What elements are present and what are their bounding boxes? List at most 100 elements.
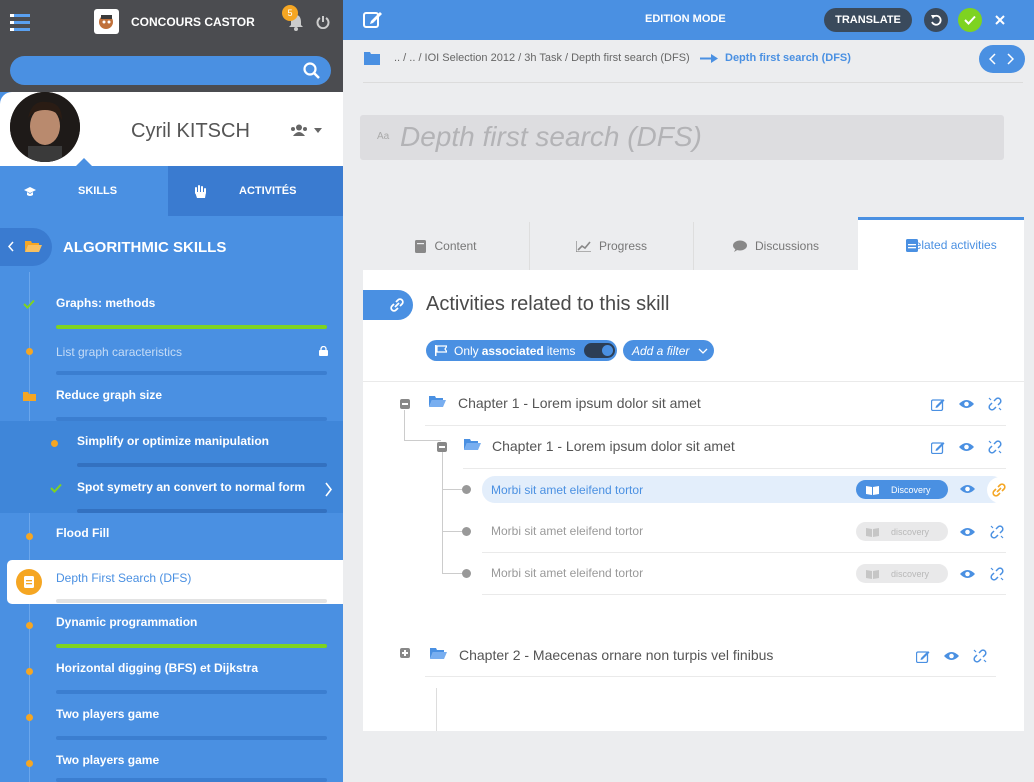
activity-icon bbox=[906, 239, 918, 252]
top-bar: EDITION MODE TRANSLATE bbox=[343, 0, 1034, 40]
progress-bar bbox=[56, 599, 327, 603]
sidebar: CONCOURS CASTOR 5 Cyril KITSCH SKILLS AC… bbox=[0, 0, 343, 782]
section-title: ALGORITHMIC SKILLS bbox=[63, 239, 227, 256]
lock-icon bbox=[319, 346, 328, 356]
tab-related-activities[interactable]: Related activities bbox=[858, 217, 1024, 270]
skill-item-label: Simplify or optimize manipulation bbox=[77, 434, 270, 448]
folder-open-icon bbox=[464, 439, 481, 450]
row-actions bbox=[931, 397, 1002, 411]
profile-name: Cyril KITSCH bbox=[131, 120, 250, 142]
title-input[interactable]: Aa Depth first search (DFS) bbox=[360, 115, 1004, 160]
row-actions bbox=[931, 440, 1002, 454]
discovery-badge: discovery bbox=[856, 564, 948, 583]
tab-related-label: Related activities bbox=[906, 238, 997, 252]
tab-progress[interactable]: Progress bbox=[530, 222, 694, 270]
hamburger-menu-icon[interactable] bbox=[10, 13, 32, 31]
discovery-badge: Discovery bbox=[856, 480, 948, 499]
activity-label: Morbi sit amet eleifend tortor bbox=[491, 483, 644, 497]
users-icon bbox=[291, 124, 307, 136]
document-icon bbox=[16, 569, 42, 595]
badge-label: discovery bbox=[891, 568, 930, 579]
undo-button[interactable] bbox=[924, 8, 948, 32]
breadcrumb-path[interactable]: .. / .. / IOI Selection 2012 / 3h Task /… bbox=[394, 52, 690, 64]
divider bbox=[425, 425, 1006, 426]
divider bbox=[425, 676, 996, 677]
associated-toggle[interactable] bbox=[584, 343, 616, 358]
check-icon bbox=[50, 483, 62, 493]
unlink-icon[interactable] bbox=[990, 525, 1004, 539]
eye-icon[interactable] bbox=[959, 442, 974, 452]
power-icon[interactable] bbox=[316, 15, 330, 29]
chevron-left-icon bbox=[8, 241, 14, 252]
divider bbox=[482, 594, 1006, 595]
line-chart-icon bbox=[575, 240, 591, 252]
chevron-left-icon[interactable] bbox=[989, 53, 996, 65]
skill-item-label: Two players game bbox=[56, 707, 160, 721]
eye-icon[interactable] bbox=[960, 569, 975, 579]
unlink-icon[interactable] bbox=[973, 649, 987, 663]
undo-icon bbox=[931, 14, 942, 26]
hand-icon bbox=[195, 184, 206, 198]
progress-bar bbox=[56, 690, 327, 694]
tab-activities[interactable]: ACTIVITÉS bbox=[168, 166, 343, 216]
folder-open-icon bbox=[25, 241, 42, 252]
tab-content[interactable]: Content bbox=[363, 222, 530, 270]
graduation-cap-icon bbox=[24, 187, 36, 196]
chevron-right-icon[interactable] bbox=[324, 482, 333, 497]
status-dot bbox=[26, 760, 33, 767]
unlink-icon[interactable] bbox=[990, 567, 1004, 581]
translate-button[interactable]: TRANSLATE bbox=[824, 8, 912, 32]
divider bbox=[482, 552, 1006, 553]
unlink-icon[interactable] bbox=[988, 397, 1002, 411]
chevron-down-icon bbox=[698, 348, 708, 354]
unlink-icon[interactable] bbox=[988, 440, 1002, 454]
link-button[interactable] bbox=[987, 477, 1013, 503]
search-input[interactable] bbox=[10, 56, 331, 85]
avatar[interactable] bbox=[10, 92, 80, 162]
text-format-icon: Aa bbox=[377, 131, 390, 142]
eye-icon[interactable] bbox=[960, 527, 975, 537]
edit-icon[interactable] bbox=[931, 441, 945, 454]
progress-bar bbox=[56, 778, 327, 782]
link-icon bbox=[390, 298, 404, 312]
skill-item-label: List graph caracteristics bbox=[56, 345, 183, 359]
filter-associated-text: associated bbox=[481, 343, 544, 358]
brand-name: CONCOURS CASTOR bbox=[131, 15, 255, 29]
collapse-icon[interactable] bbox=[400, 399, 410, 409]
group-menu[interactable] bbox=[290, 124, 322, 136]
add-filter-button[interactable]: Add a filter bbox=[623, 340, 714, 361]
skill-item-label: Two players game bbox=[56, 753, 160, 767]
edit-icon[interactable] bbox=[931, 398, 945, 411]
tab-skills[interactable]: SKILLS bbox=[0, 166, 168, 216]
chevron-right-icon[interactable] bbox=[1007, 53, 1014, 65]
profile-card: Cyril KITSCH bbox=[0, 92, 343, 166]
close-icon[interactable] bbox=[995, 15, 1005, 25]
edit-icon[interactable] bbox=[916, 650, 930, 663]
chapter-title: Chapter 2 - Maecenas ornare non turpis v… bbox=[459, 647, 774, 663]
activity-label: Morbi sit amet eleifend tortor bbox=[491, 566, 644, 580]
search-icon[interactable] bbox=[303, 62, 321, 80]
chevron-down-icon bbox=[314, 127, 322, 133]
edit-icon[interactable] bbox=[363, 10, 383, 29]
castor-logo bbox=[94, 9, 119, 34]
divider bbox=[363, 381, 1024, 382]
section-back-button[interactable] bbox=[0, 228, 52, 266]
progress-bar bbox=[56, 644, 327, 648]
folder-icon bbox=[23, 392, 36, 401]
skill-item-selected[interactable]: Depth First Search (DFS) bbox=[7, 560, 343, 604]
check-icon bbox=[964, 15, 976, 25]
tab-discussions[interactable]: Discussions bbox=[694, 222, 858, 270]
tree-line bbox=[442, 531, 462, 532]
eye-icon[interactable] bbox=[959, 399, 974, 409]
collapse-icon[interactable] bbox=[437, 442, 447, 452]
eye-icon[interactable] bbox=[944, 651, 959, 661]
eye-icon[interactable] bbox=[960, 484, 975, 494]
associated-filter-chip[interactable]: Only associated items bbox=[426, 340, 617, 361]
link-badge bbox=[363, 290, 413, 320]
expand-icon[interactable] bbox=[400, 648, 410, 658]
book-open-icon bbox=[866, 485, 879, 495]
tab-content-label: Content bbox=[434, 239, 477, 253]
chapter-title: Chapter 1 - Lorem ipsum dolor sit amet bbox=[458, 395, 701, 411]
status-dot bbox=[26, 668, 33, 675]
save-button[interactable] bbox=[958, 8, 982, 32]
